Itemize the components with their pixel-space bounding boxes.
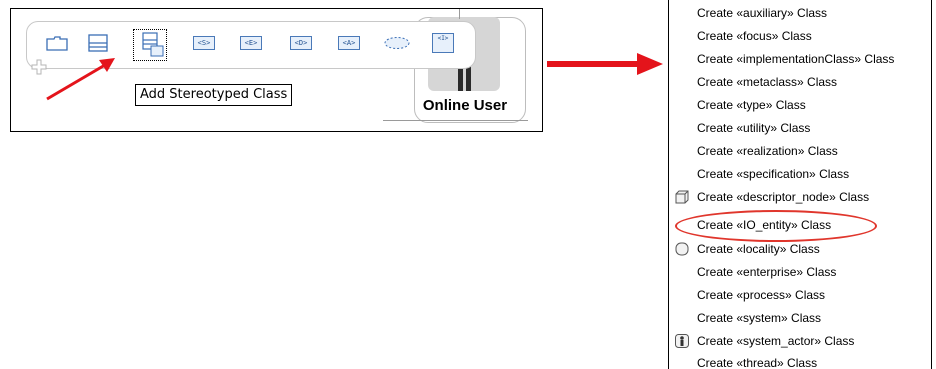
red-pointer-arrow — [46, 58, 115, 101]
menu-item-descriptor-node[interactable]: Create «descriptor_node» Class — [669, 186, 931, 208]
menu-item-label: Create «metaclass» Class — [697, 75, 838, 89]
menu-item-label: Create «descriptor_node» Class — [697, 190, 870, 204]
menu-item-label: Create «thread» Class — [697, 356, 818, 369]
stereotype-a-button[interactable]: <A> — [337, 32, 361, 54]
menu-item-label: Create «implementationClass» Class — [697, 52, 895, 66]
stereotype-d-button[interactable]: <D> — [289, 32, 313, 54]
stereotyped-class-icon — [142, 32, 164, 57]
menu-item-label: Create «utility» Class — [697, 121, 811, 135]
add-stereotyped-class-button[interactable] — [133, 29, 167, 61]
io-entity-highlight-circle — [675, 210, 877, 242]
red-flow-arrow — [547, 53, 663, 75]
dashed-ellipse-icon — [384, 37, 410, 49]
menu-item-metaclass[interactable]: Create «metaclass» Class — [669, 71, 931, 93]
menu-item-system[interactable]: Create «system» Class — [669, 307, 931, 329]
create-stereotyped-class-menu: Create «auxiliary» Class Create «focus» … — [668, 0, 932, 369]
connector-line — [459, 9, 460, 19]
menu-item-focus[interactable]: Create «focus» Class — [669, 25, 931, 47]
menu-item-type[interactable]: Create «type» Class — [669, 94, 931, 116]
stereotype-s-icon: <S> — [193, 36, 215, 50]
class-tool-button[interactable] — [86, 32, 110, 54]
stereotype-s-button[interactable]: <S> — [192, 32, 216, 54]
menu-item-label: Create «auxiliary» Class — [697, 6, 828, 20]
stereotype-a-icon: <A> — [338, 36, 360, 50]
locality-icon — [675, 242, 689, 256]
menu-item-label: Create «system_actor» Class — [697, 334, 855, 348]
menu-item-realization[interactable]: Create «realization» Class — [669, 140, 931, 162]
menu-item-label: Create «enterprise» Class — [697, 265, 837, 279]
menu-item-thread[interactable]: Create «thread» Class — [669, 352, 931, 369]
use-case-tool-button[interactable] — [383, 32, 411, 54]
toolbar-screenshot: <S> <E> <D> <A> <I> Add Stereotyped Clas… — [10, 8, 543, 132]
menu-item-specification[interactable]: Create «specification» Class — [669, 163, 931, 185]
menu-item-label: Create «realization» Class — [697, 144, 838, 158]
menu-item-label: Create «process» Class — [697, 288, 826, 302]
stereotype-e-button[interactable]: <E> — [239, 32, 263, 54]
menu-item-label: Create «specification» Class — [697, 167, 850, 181]
menu-item-label: Create «type» Class — [697, 98, 806, 112]
node-icon — [675, 190, 689, 204]
menu-item-enterprise[interactable]: Create «enterprise» Class — [669, 261, 931, 283]
class-icon — [88, 34, 108, 52]
stereotype-e-icon: <E> — [240, 36, 262, 50]
menu-item-implementationclass[interactable]: Create «implementationClass» Class — [669, 48, 931, 70]
menu-item-system-actor[interactable]: Create «system_actor» Class — [669, 330, 931, 352]
stereotype-d-icon: <D> — [290, 36, 312, 50]
menu-item-auxiliary[interactable]: Create «auxiliary» Class — [669, 2, 931, 24]
tooltip-add-stereotyped-class: Add Stereotyped Class — [135, 84, 293, 106]
menu-item-utility[interactable]: Create «utility» Class — [669, 117, 931, 139]
actor-icon — [675, 334, 689, 348]
online-user-label: Online User — [422, 97, 508, 114]
menu-item-label: Create «focus» Class — [697, 29, 812, 43]
shape-underline — [383, 120, 528, 121]
menu-item-label: Create «system» Class — [697, 311, 822, 325]
package-icon — [46, 36, 68, 51]
interface-tool-button[interactable]: <I> — [431, 32, 455, 54]
interface-icon: <I> — [432, 33, 454, 53]
package-tool-button[interactable] — [45, 32, 69, 54]
menu-item-process[interactable]: Create «process» Class — [669, 284, 931, 306]
